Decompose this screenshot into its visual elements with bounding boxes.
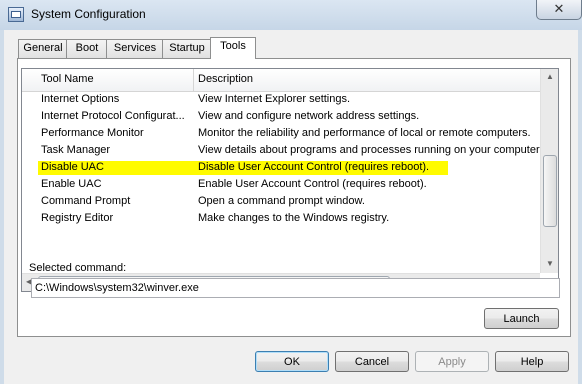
tool-description: Enable User Account Control (requires re… — [198, 178, 427, 190]
tool-name: Internet Protocol Configurat... — [41, 110, 185, 122]
close-icon: ✕ — [553, 1, 565, 16]
selected-command-label: Selected command: — [29, 262, 127, 274]
tool-description: Make changes to the Windows registry. — [198, 212, 390, 224]
tools-list[interactable]: Tool Name Description Internet Options V… — [21, 68, 559, 292]
vertical-scroll-thumb[interactable] — [543, 155, 557, 227]
cancel-button-label: Cancel — [354, 356, 390, 368]
tool-name: Registry Editor — [41, 212, 114, 224]
tab-tools[interactable]: Tools — [210, 37, 256, 59]
system-configuration-icon — [8, 7, 24, 22]
cancel-button[interactable]: Cancel — [335, 351, 409, 372]
tool-name: Command Prompt — [41, 195, 131, 207]
table-row[interactable]: Internet Options View Internet Explorer … — [22, 92, 540, 109]
tool-description: View details about programs and processe… — [198, 144, 543, 156]
launch-button[interactable]: Launch — [484, 308, 559, 329]
tool-name: Internet Options — [41, 93, 120, 105]
table-row[interactable]: Registry Editor Make changes to the Wind… — [22, 211, 540, 228]
table-row[interactable]: Internet Protocol Configurat... View and… — [22, 109, 540, 126]
column-divider[interactable] — [193, 69, 194, 91]
vertical-scrollbar[interactable]: ▲ ▼ — [540, 69, 558, 273]
column-header-tool-name[interactable]: Tool Name — [41, 73, 94, 85]
help-button-label: Help — [520, 356, 544, 368]
table-row[interactable]: Task Manager View details about programs… — [22, 143, 542, 160]
table-row[interactable]: Command Prompt Open a command prompt win… — [22, 194, 540, 211]
launch-button-label: Launch — [503, 313, 540, 325]
table-row-highlighted[interactable]: Disable UAC Disable User Account Control… — [22, 160, 540, 177]
dialog-client-area: General Boot Services Startup Tools Tool… — [4, 30, 578, 384]
table-row[interactable]: Performance Monitor Monitor the reliabil… — [22, 126, 540, 143]
window-title: System Configuration — [31, 7, 146, 21]
scroll-up-arrow-icon[interactable]: ▲ — [546, 72, 554, 82]
tool-description: View Internet Explorer settings. — [198, 93, 351, 105]
tool-name: Task Manager — [41, 144, 111, 156]
tab-services[interactable]: Services — [106, 39, 164, 58]
tool-description: Open a command prompt window. — [198, 195, 365, 207]
tab-boot[interactable]: Boot — [66, 39, 108, 58]
scroll-down-arrow-icon[interactable]: ▼ — [546, 259, 554, 269]
tool-name: Enable UAC — [41, 178, 102, 190]
tool-description: View and configure network address setti… — [198, 110, 420, 122]
apply-button[interactable]: Apply — [415, 351, 489, 372]
column-header-description[interactable]: Description — [198, 73, 253, 85]
list-header: Tool Name Description — [22, 69, 540, 92]
close-button[interactable]: ✕ — [536, 0, 582, 20]
selected-command-field[interactable]: C:\Windows\system32\winver.exe — [31, 278, 560, 298]
tab-startup[interactable]: Startup — [162, 39, 212, 58]
title-bar: System Configuration ✕ — [0, 0, 582, 30]
table-row[interactable]: Enable UAC Enable User Account Control (… — [22, 177, 540, 194]
ok-button-label: OK — [284, 356, 300, 368]
tab-general[interactable]: General — [18, 39, 68, 58]
ok-button[interactable]: OK — [255, 351, 329, 372]
tool-name: Disable UAC — [41, 161, 104, 173]
tool-description: Monitor the reliability and performance … — [198, 127, 531, 139]
apply-button-label: Apply — [438, 356, 466, 368]
help-button[interactable]: Help — [495, 351, 569, 372]
tool-name: Performance Monitor — [41, 127, 144, 139]
tool-description: Disable User Account Control (requires r… — [198, 161, 430, 173]
